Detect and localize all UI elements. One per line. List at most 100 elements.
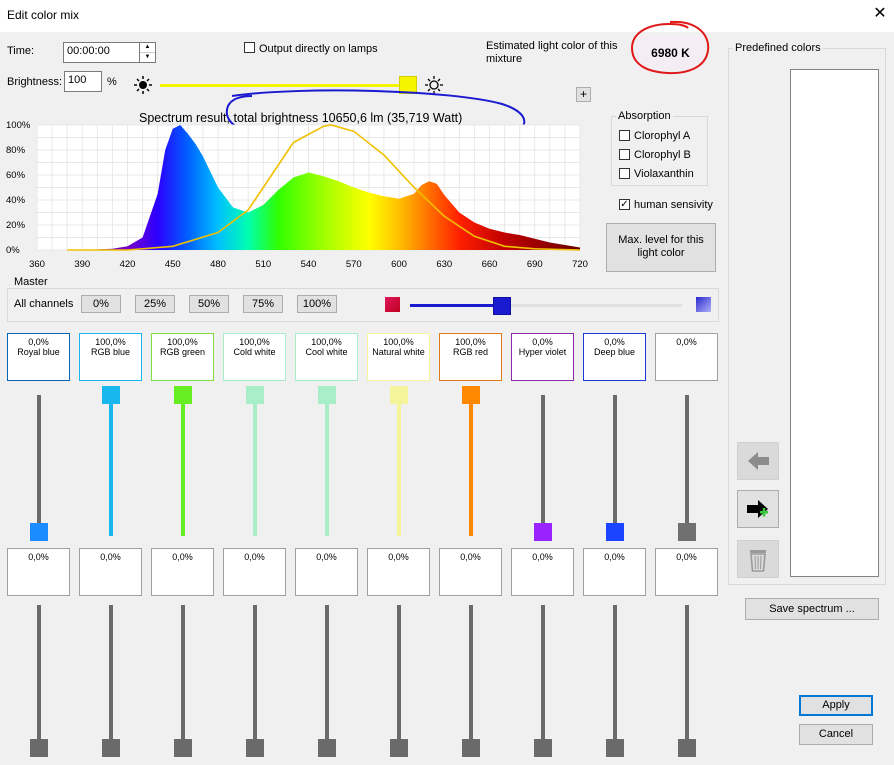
channel2-slider-thumb[interactable] xyxy=(246,739,264,757)
human-sensitivity-checkbox[interactable]: ✓ xyxy=(619,199,630,210)
channel2-slider-track[interactable] xyxy=(109,605,113,741)
cancel-button[interactable]: Cancel xyxy=(799,724,873,745)
master-preset-button[interactable]: 50% xyxy=(189,295,229,313)
spin-down-icon[interactable]: ▼ xyxy=(140,53,155,62)
time-input[interactable]: 00:00:00 xyxy=(63,42,140,63)
max-level-button[interactable]: Max. level for this light color xyxy=(606,223,716,272)
human-sensitivity-label: human sensivity xyxy=(634,199,713,211)
channel2-box[interactable]: 0,0% xyxy=(511,548,574,596)
channel-slider-thumb[interactable] xyxy=(606,523,624,541)
channel-name: RGB green xyxy=(159,347,206,357)
channel-box[interactable]: 100,0% RGB blue xyxy=(79,333,142,381)
channel-box[interactable]: 100,0% Cool white xyxy=(295,333,358,381)
channel2-slider-track[interactable] xyxy=(613,605,617,741)
close-icon[interactable]: ✕ xyxy=(870,4,890,24)
channel2-slider-track[interactable] xyxy=(469,605,473,741)
channel2-box[interactable]: 0,0% xyxy=(655,548,718,596)
channel-slider-thumb[interactable] xyxy=(390,386,408,404)
y-tick-label: 80% xyxy=(6,145,26,156)
channel-slider-thumb[interactable] xyxy=(246,386,264,404)
trash-icon[interactable] xyxy=(737,540,779,578)
brightness-slider-track[interactable] xyxy=(160,84,417,87)
channel-slider-track[interactable] xyxy=(541,395,545,541)
channel2-slider-thumb[interactable] xyxy=(318,739,336,757)
master-preset-button[interactable]: 100% xyxy=(297,295,337,313)
title-bar xyxy=(0,0,894,32)
channel2-box[interactable]: 0,0% xyxy=(295,548,358,596)
channel-slider-thumb[interactable] xyxy=(102,386,120,404)
channel-slider-thumb[interactable] xyxy=(174,386,192,404)
channel-slider-thumb[interactable] xyxy=(30,523,48,541)
absorption-checkbox[interactable] xyxy=(619,149,630,160)
predefined-list[interactable] xyxy=(790,69,879,577)
absorption-checkbox[interactable] xyxy=(619,168,630,179)
channel2-slider-thumb[interactable] xyxy=(30,739,48,757)
brightness-input[interactable]: 100 xyxy=(64,71,102,92)
channel-box[interactable]: 0,0% Deep blue xyxy=(583,333,646,381)
channel-slider-track[interactable] xyxy=(685,395,689,541)
channel-box[interactable]: 100,0% Cold white xyxy=(223,333,286,381)
channel2-box[interactable]: 0,0% xyxy=(367,548,430,596)
channel2-slider-thumb[interactable] xyxy=(174,739,192,757)
master-slider-thumb[interactable] xyxy=(493,297,512,315)
channel-slider-thumb[interactable] xyxy=(678,523,696,541)
channel2-slider-track[interactable] xyxy=(253,605,257,741)
apply-button[interactable]: Apply xyxy=(799,695,873,716)
channel2-box[interactable]: 0,0% xyxy=(151,548,214,596)
y-tick-label: 60% xyxy=(6,170,26,181)
master-preset-button[interactable]: 25% xyxy=(135,295,175,313)
output-checkbox[interactable] xyxy=(244,42,255,53)
channel-box[interactable]: 100,0% RGB green xyxy=(151,333,214,381)
channel2-slider-track[interactable] xyxy=(541,605,545,741)
channel-name: Natural white xyxy=(372,347,425,357)
time-label: Time: xyxy=(7,45,35,57)
x-tick-label: 390 xyxy=(74,259,90,270)
channel2-slider-thumb[interactable] xyxy=(534,739,552,757)
channel2-value: 0,0% xyxy=(100,552,121,562)
channel2-slider-thumb[interactable] xyxy=(606,739,624,757)
channel-value: 100,0% xyxy=(167,337,198,347)
channel2-slider-track[interactable] xyxy=(685,605,689,741)
channel2-value: 0,0% xyxy=(460,552,481,562)
channel2-slider-thumb[interactable] xyxy=(462,739,480,757)
x-tick-label: 360 xyxy=(29,259,45,270)
channel2-slider-thumb[interactable] xyxy=(678,739,696,757)
channel2-slider-thumb[interactable] xyxy=(102,739,120,757)
channel2-slider-track[interactable] xyxy=(37,605,41,741)
absorption-checkbox[interactable] xyxy=(619,130,630,141)
x-tick-label: 690 xyxy=(527,259,543,270)
channel-slider-track[interactable] xyxy=(613,395,617,541)
channel2-box[interactable]: 0,0% xyxy=(583,548,646,596)
arrow-left-icon[interactable] xyxy=(737,442,779,480)
channel2-value: 0,0% xyxy=(676,552,697,562)
channel-slider-thumb[interactable] xyxy=(462,386,480,404)
channel2-box[interactable]: 0,0% xyxy=(79,548,142,596)
channel-box[interactable]: 0,0% xyxy=(655,333,718,381)
channel2-slider-track[interactable] xyxy=(397,605,401,741)
channel-box[interactable]: 100,0% RGB red xyxy=(439,333,502,381)
channel2-box[interactable]: 0,0% xyxy=(223,548,286,596)
x-tick-label: 450 xyxy=(165,259,181,270)
spin-up-icon[interactable]: ▲ xyxy=(140,43,155,53)
channel2-slider-thumb[interactable] xyxy=(390,739,408,757)
channel2-box[interactable]: 0,0% xyxy=(7,548,70,596)
channel2-box[interactable]: 0,0% xyxy=(439,548,502,596)
channel2-slider-track[interactable] xyxy=(325,605,329,741)
x-tick-label: 600 xyxy=(391,259,407,270)
channel-box[interactable]: 0,0% Royal blue xyxy=(7,333,70,381)
plus-button[interactable]: + xyxy=(576,87,591,102)
channel-slider-thumb[interactable] xyxy=(534,523,552,541)
channel-slider-thumb[interactable] xyxy=(318,386,336,404)
master-preset-button[interactable]: 0% xyxy=(81,295,121,313)
channel-box[interactable]: 0,0% Hyper violet xyxy=(511,333,574,381)
save-spectrum-button[interactable]: Save spectrum ... xyxy=(745,598,879,620)
channel-box[interactable]: 100,0% Natural white xyxy=(367,333,430,381)
absorption-label: Clorophyl B xyxy=(634,149,691,161)
master-preset-button[interactable]: 75% xyxy=(243,295,283,313)
x-tick-label: 570 xyxy=(346,259,362,270)
arrow-add-icon[interactable] xyxy=(737,490,779,528)
channel-slider-track[interactable] xyxy=(37,395,41,541)
channel2-slider-track[interactable] xyxy=(181,605,185,741)
estimated-label: Estimated light color of this mixture xyxy=(486,40,618,65)
time-spinner[interactable]: ▲ ▼ xyxy=(139,42,156,63)
